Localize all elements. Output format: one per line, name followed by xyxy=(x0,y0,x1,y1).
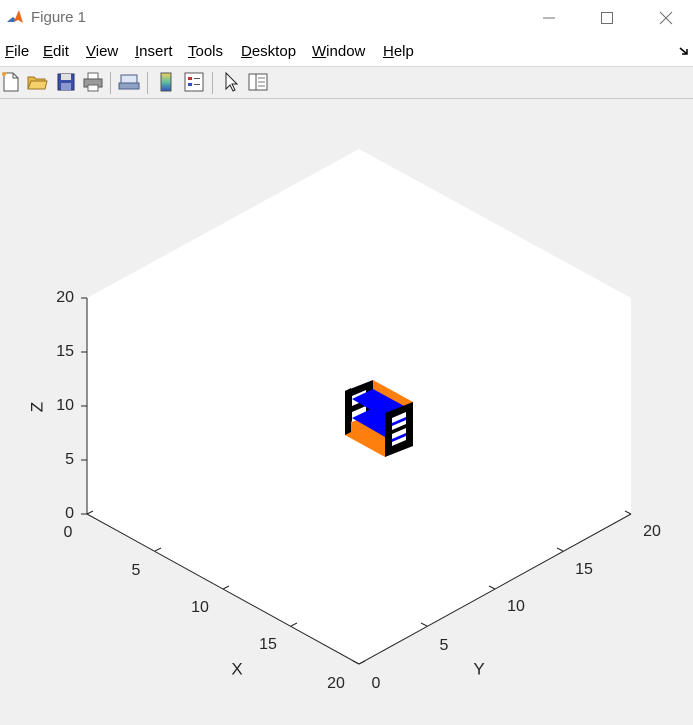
menu-edit[interactable]: Edit xyxy=(43,43,69,60)
y-tick-label: 10 xyxy=(507,598,525,615)
x-axis-label: X xyxy=(231,659,242,678)
minimize-icon xyxy=(543,17,555,19)
print-icon[interactable] xyxy=(82,71,104,93)
title-bar: Figure 1 xyxy=(0,0,693,36)
dock-arrow-icon[interactable] xyxy=(678,45,690,57)
y-axis-label: Y xyxy=(473,659,484,678)
toolbar-separator xyxy=(212,72,213,94)
maximize-button[interactable] xyxy=(584,0,630,36)
z-tick-label: 10 xyxy=(56,397,74,414)
new-figure-icon[interactable] xyxy=(0,71,22,93)
z-tick-label: 20 xyxy=(56,289,74,306)
cube-edge-left xyxy=(345,388,351,435)
window-title: Figure 1 xyxy=(31,9,87,26)
z-tick-label: 0 xyxy=(65,505,74,522)
minimize-button[interactable] xyxy=(526,0,572,36)
edit-plot-arrow-icon[interactable] xyxy=(220,71,242,93)
menu-bar: File Edit View Insert Tools Desktop Wind… xyxy=(0,36,693,67)
link-plot-icon[interactable] xyxy=(118,71,140,93)
x-tick-label: 20 xyxy=(327,675,345,692)
y-tick-label: 0 xyxy=(372,675,381,692)
menu-help[interactable]: Help xyxy=(383,43,414,60)
x-tick-label: 0 xyxy=(64,524,73,541)
legend-icon[interactable] xyxy=(183,71,205,93)
z-tick-label: 5 xyxy=(65,451,74,468)
menu-insert[interactable]: Insert xyxy=(135,43,173,60)
z-tick-label: 15 xyxy=(56,343,74,360)
menu-window[interactable]: Window xyxy=(312,43,365,60)
menu-file[interactable]: File xyxy=(5,43,29,60)
menu-tools[interactable]: Tools xyxy=(188,43,223,60)
save-icon[interactable] xyxy=(55,71,77,93)
y-tick-label: 20 xyxy=(643,523,661,540)
figure-toolbar xyxy=(0,67,693,99)
colorbar-icon[interactable] xyxy=(155,71,177,93)
property-inspector-icon[interactable] xyxy=(247,71,269,93)
close-button[interactable] xyxy=(643,0,689,36)
x-tick-label: 10 xyxy=(191,599,209,616)
x-tick-label: 15 xyxy=(259,636,277,653)
menu-desktop[interactable]: Desktop xyxy=(241,43,296,60)
z-axis-label: Z xyxy=(27,402,46,412)
x-tick-label: 5 xyxy=(132,562,141,579)
toolbar-separator xyxy=(147,72,148,94)
close-icon xyxy=(659,11,673,25)
toolbar-separator xyxy=(110,72,111,94)
figure-canvas: 0 5 10 15 20 Z 0 5 10 15 20 X 0 5 10 15 … xyxy=(27,149,661,692)
y-tick-label: 15 xyxy=(575,561,593,578)
z-ticks xyxy=(81,297,87,515)
menu-view[interactable]: View xyxy=(86,43,118,60)
maximize-icon xyxy=(601,12,613,24)
open-file-icon[interactable] xyxy=(26,71,48,93)
matlab-logo-icon xyxy=(6,8,24,26)
y-tick-label: 5 xyxy=(440,637,449,654)
